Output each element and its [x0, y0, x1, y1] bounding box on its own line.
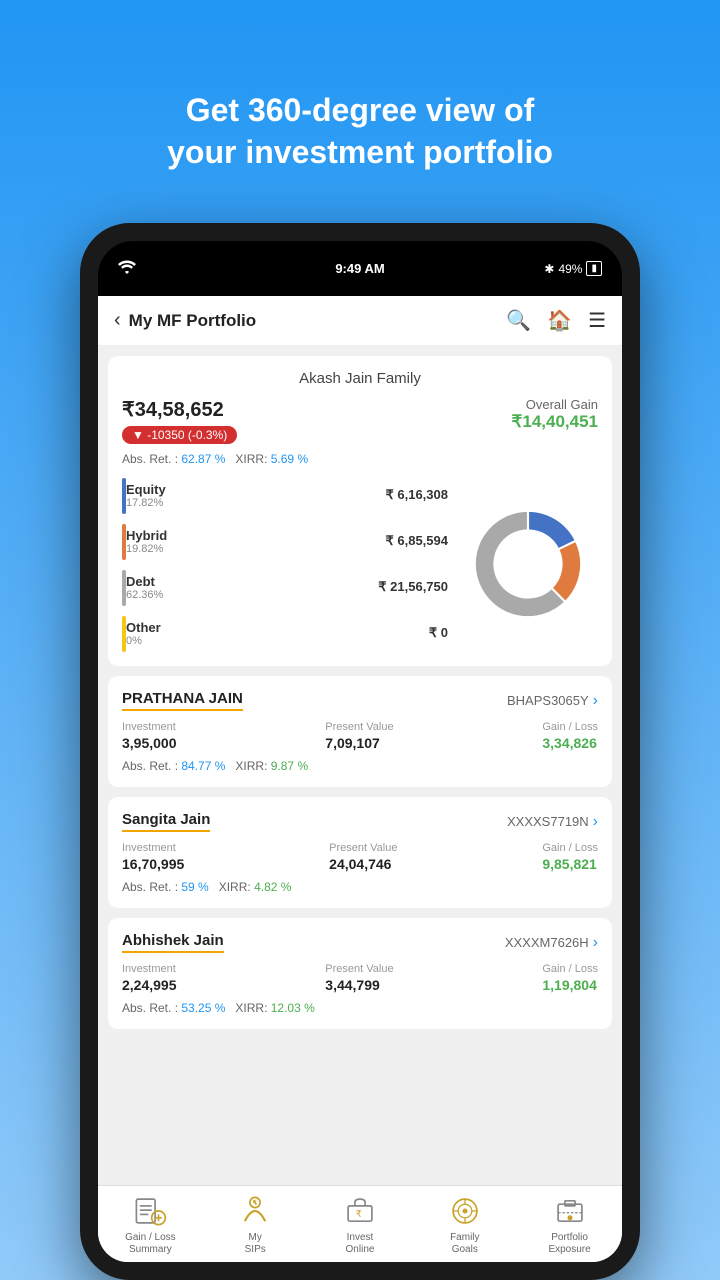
stat-investment-0: Investment 3,95,000: [122, 721, 177, 751]
search-icon[interactable]: 🔍: [506, 308, 531, 333]
chevron-right-icon-1[interactable]: ›: [593, 813, 598, 831]
legend-text-debt: Debt 62.36%: [126, 574, 163, 601]
bluetooth-icon: ✱: [544, 262, 554, 276]
nav-item-portfolio-exposure[interactable]: Portfolio Exposure: [517, 1194, 622, 1256]
stat-investment-2: Investment 2,24,995: [122, 963, 177, 993]
menu-icon[interactable]: ☰: [588, 308, 606, 333]
content-area: Akash Jain Family ₹34,58,652 ▼ -10350 (-…: [98, 346, 622, 1185]
person-id-2: XXXXM7626H ›: [505, 934, 598, 952]
hero-line2: your investment portfolio: [167, 132, 553, 174]
page-title: My MF Portfolio: [129, 311, 256, 331]
person-name-2: Abhishek Jain: [122, 932, 224, 953]
legend-item-debt: Debt 62.36% ₹ 21,56,750: [122, 568, 458, 606]
nav-label-family-goals: Family Goals: [450, 1232, 479, 1256]
legend-text-other: Other 0%: [126, 620, 161, 647]
status-bar: 9:49 AM ✱ 49% ▮: [98, 241, 622, 296]
change-badge: ▼ -10350 (-0.3%): [122, 426, 237, 444]
bottom-nav: Gain / Loss Summary ₹ My SIPs ₹ Invest O…: [98, 1185, 622, 1262]
stat-investment-1: Investment 16,70,995: [122, 842, 184, 872]
status-time: 9:49 AM: [335, 261, 384, 276]
stat-present-value-0: Present Value 7,09,107: [325, 721, 393, 751]
xirr-value: 5.69 %: [271, 452, 308, 466]
nav-label-my-sips: My SIPs: [245, 1232, 266, 1256]
wifi-icon: [118, 260, 136, 277]
person-stats-0: Investment 3,95,000 Present Value 7,09,1…: [122, 721, 598, 751]
nav-label-portfolio-exposure: Portfolio Exposure: [548, 1232, 590, 1256]
battery-pct: 49%: [558, 262, 582, 276]
person-header-2: Abhishek Jain XXXXM7626H ›: [122, 932, 598, 953]
stat-present-value-1: Present Value 24,04,746: [329, 842, 397, 872]
legend-item-hybrid: Hybrid 19.82% ₹ 6,85,594: [122, 522, 458, 560]
stat-present-value-2: Present Value 3,44,799: [325, 963, 393, 993]
chevron-right-icon-0[interactable]: ›: [593, 692, 598, 710]
portfolio-main-row: ₹34,58,652 ▼ -10350 (-0.3%) Abs. Ret. : …: [122, 397, 598, 466]
person-returns-2: Abs. Ret. : 53.25 % XIRR: 12.03 %: [122, 1001, 598, 1015]
invest-online-icon: ₹: [343, 1194, 377, 1228]
person-name-0: PRATHANA JAIN: [122, 690, 243, 711]
person-cards: PRATHANA JAIN BHAPS3065Y › Investment 3,…: [108, 676, 612, 1029]
person-stats-1: Investment 16,70,995 Present Value 24,04…: [122, 842, 598, 872]
svg-text:₹: ₹: [356, 1209, 362, 1219]
phone-screen: ‹ My MF Portfolio 🔍 🏠 ☰ Akash Jain Famil…: [98, 296, 622, 1262]
total-amount: ₹34,58,652: [122, 397, 512, 422]
person-card-2[interactable]: Abhishek Jain XXXXM7626H › Investment 2,…: [108, 918, 612, 1029]
abs-return: 62.87 %: [181, 452, 225, 466]
stat-gain-loss-1: Gain / Loss 9,85,821: [542, 842, 598, 872]
person-id-0: BHAPS3065Y ›: [507, 692, 598, 710]
legend-list: Equity 17.82% ₹ 6,16,308 Hybrid 19.82% ₹…: [122, 476, 458, 652]
person-returns-0: Abs. Ret. : 84.77 % XIRR: 9.87 %: [122, 759, 598, 773]
nav-label-invest-online: Invest Online: [346, 1232, 375, 1256]
top-bar-left: ‹ My MF Portfolio: [114, 309, 256, 332]
gain-loss-icon: [133, 1194, 167, 1228]
portfolio-returns: Abs. Ret. : 62.87 % XIRR: 5.69 %: [122, 452, 512, 466]
family-goals-icon: [448, 1194, 482, 1228]
legend-item-other: Other 0% ₹ 0: [122, 614, 458, 652]
home-icon[interactable]: 🏠: [547, 308, 572, 333]
chart-legend-area: Equity 17.82% ₹ 6,16,308 Hybrid 19.82% ₹…: [122, 476, 598, 652]
nav-label-gain-loss: Gain / Loss Summary: [125, 1232, 176, 1256]
portfolio-card: Akash Jain Family ₹34,58,652 ▼ -10350 (-…: [108, 356, 612, 666]
phone-frame: 9:49 AM ✱ 49% ▮ ‹ My MF Portfolio 🔍 🏠 ☰ …: [80, 223, 640, 1280]
person-card-1[interactable]: Sangita Jain XXXXS7719N › Investment 16,…: [108, 797, 612, 908]
top-bar-icons: 🔍 🏠 ☰: [506, 308, 606, 333]
stat-gain-loss-2: Gain / Loss 1,19,804: [542, 963, 598, 993]
overall-gain-amount: ₹14,40,451: [512, 412, 598, 432]
portfolio-left: ₹34,58,652 ▼ -10350 (-0.3%) Abs. Ret. : …: [122, 397, 512, 466]
person-header-0: PRATHANA JAIN BHAPS3065Y ›: [122, 690, 598, 711]
portfolio-right: Overall Gain ₹14,40,451: [512, 397, 598, 432]
person-id-1: XXXXS7719N ›: [507, 813, 598, 831]
donut-chart: [458, 494, 598, 634]
person-stats-2: Investment 2,24,995 Present Value 3,44,7…: [122, 963, 598, 993]
legend-text-equity: Equity 17.82%: [126, 482, 166, 509]
nav-item-family-goals[interactable]: Family Goals: [412, 1194, 517, 1256]
person-name-1: Sangita Jain: [122, 811, 210, 832]
nav-item-gain-loss[interactable]: Gain / Loss Summary: [98, 1194, 203, 1256]
person-header-1: Sangita Jain XXXXS7719N ›: [122, 811, 598, 832]
battery-icon: ▮: [586, 261, 602, 276]
chevron-right-icon-2[interactable]: ›: [593, 934, 598, 952]
nav-item-my-sips[interactable]: ₹ My SIPs: [203, 1194, 308, 1256]
hero-section: Get 360-degree view of your investment p…: [127, 0, 593, 223]
stat-gain-loss-0: Gain / Loss 3,34,826: [542, 721, 598, 751]
top-bar: ‹ My MF Portfolio 🔍 🏠 ☰: [98, 296, 622, 346]
hero-line1: Get 360-degree view of: [167, 90, 553, 132]
legend-text-hybrid: Hybrid 19.82%: [126, 528, 167, 555]
legend-item-equity: Equity 17.82% ₹ 6,16,308: [122, 476, 458, 514]
svg-text:₹: ₹: [253, 1199, 258, 1207]
person-returns-1: Abs. Ret. : 59 % XIRR: 4.82 %: [122, 880, 598, 894]
portfolio-exposure-icon: [553, 1194, 587, 1228]
family-name: Akash Jain Family: [122, 370, 598, 387]
battery-status: ✱ 49% ▮: [544, 261, 602, 276]
my-sips-icon: ₹: [238, 1194, 272, 1228]
overall-gain-label: Overall Gain: [512, 397, 598, 412]
person-card-0[interactable]: PRATHANA JAIN BHAPS3065Y › Investment 3,…: [108, 676, 612, 787]
back-button[interactable]: ‹: [114, 309, 121, 332]
nav-item-invest-online[interactable]: ₹ Invest Online: [308, 1194, 413, 1256]
